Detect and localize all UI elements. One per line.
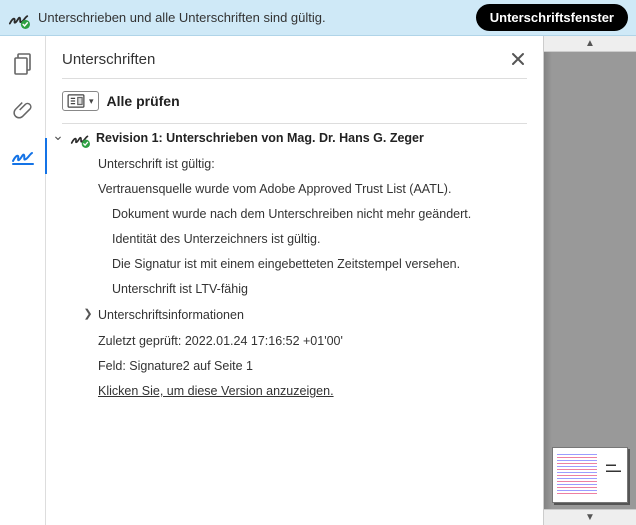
last-checked-line: Zuletzt geprüft: 2022.01.24 17:16:52 +01… — [98, 331, 533, 351]
validate-options-button[interactable]: ▾ — [62, 91, 99, 111]
panel-title: Unterschriften — [62, 51, 509, 68]
signature-panel-button[interactable]: Unterschriftsfenster — [476, 4, 628, 31]
attachments-icon[interactable] — [11, 98, 35, 122]
field-line: Feld: Signature2 auf Seite 1 — [98, 356, 533, 376]
ltv-line: Unterschrift ist LTV-fähig — [112, 279, 533, 299]
signature-info-label[interactable]: Unterschriftsinformationen — [98, 305, 244, 325]
validate-all-label[interactable]: Alle prüfen — [107, 93, 180, 109]
signature-status-bar: Unterschrieben und alle Unterschriften s… — [0, 0, 636, 36]
view-revision-link[interactable]: Klicken Sie, um diese Version anzuzeigen… — [98, 381, 533, 401]
signature-valid-line: Unterschrift ist gültig: — [98, 154, 533, 174]
page-thumbnail-strip: ▲ ▬▬▬▬▬ ▼ — [544, 36, 636, 525]
signatures-panel: Unterschriften ▾ Alle prüfen — [46, 36, 544, 525]
signatures-icon[interactable] — [11, 144, 35, 168]
doc-unchanged-line: Dokument wurde nach dem Unterschreiben n… — [112, 204, 533, 224]
identity-valid-line: Identität des Unterzeichners ist gültig. — [112, 229, 533, 249]
sidebar — [0, 36, 46, 525]
revision-title[interactable]: Revision 1: Unterschrieben von Mag. Dr. … — [96, 128, 424, 148]
signature-status-text: Unterschrieben und alle Unterschriften s… — [38, 10, 468, 25]
expand-info-icon[interactable] — [82, 306, 94, 324]
embedded-timestamp-line: Die Signatur ist mit einem eingebetteten… — [112, 254, 533, 274]
signature-tree: Revision 1: Unterschrieben von Mag. Dr. … — [46, 124, 543, 416]
dropdown-caret-icon: ▾ — [89, 96, 94, 107]
page-thumbnail[interactable]: ▬▬▬▬▬ — [552, 447, 628, 503]
pages-icon[interactable] — [11, 52, 35, 76]
expand-revision-icon[interactable] — [52, 129, 64, 147]
close-icon[interactable] — [509, 50, 527, 68]
signature-valid-icon — [8, 7, 30, 29]
signature-valid-icon — [70, 128, 90, 148]
scroll-up-button[interactable]: ▲ — [544, 36, 636, 52]
trust-source-line: Vertrauensquelle wurde vom Adobe Approve… — [98, 179, 533, 199]
scroll-down-button[interactable]: ▼ — [544, 509, 636, 525]
